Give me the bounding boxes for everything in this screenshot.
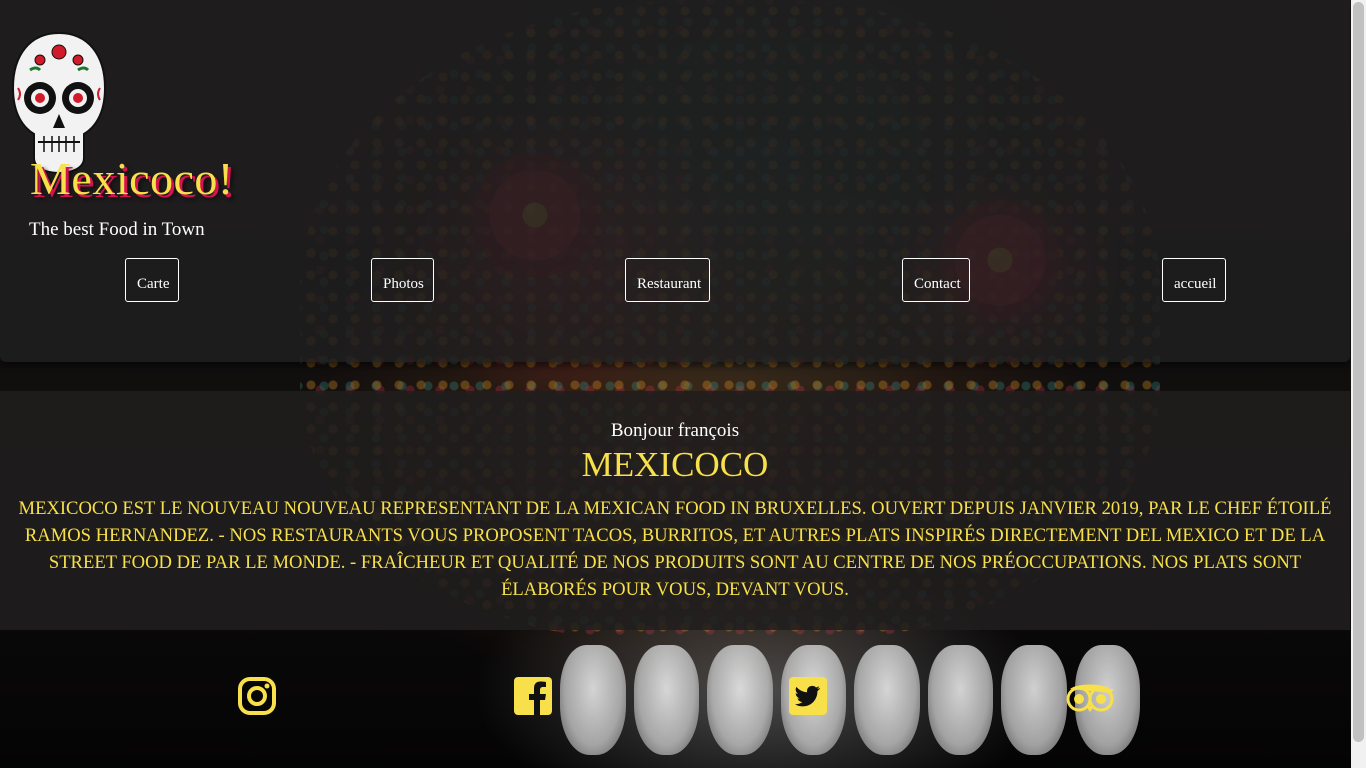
page-scrollbar[interactable] <box>1351 0 1366 768</box>
instagram-icon[interactable] <box>237 676 277 716</box>
scrollbar-thumb[interactable] <box>1353 2 1364 742</box>
site-tagline: The best Food in Town <box>29 219 205 240</box>
site-header: Mexicoco! The best Food in Town Carte Ph… <box>0 0 1350 362</box>
twitter-icon[interactable] <box>788 676 828 716</box>
nav-button-accueil[interactable]: accueil <box>1162 258 1226 302</box>
nav-button-restaurant[interactable]: Restaurant <box>625 258 710 302</box>
brand-heading: MEXICOCO <box>581 445 769 484</box>
nav-button-carte[interactable]: Carte <box>125 258 179 302</box>
nav-button-photos[interactable]: Photos <box>371 258 434 302</box>
site-title: Mexicoco! <box>30 153 234 204</box>
intro-section: Bonjour françois MEXICOCO MEXICOCO EST L… <box>0 391 1350 630</box>
tripadvisor-icon[interactable] <box>1064 676 1116 716</box>
nav-button-contact[interactable]: Contact <box>902 258 970 302</box>
facebook-icon[interactable] <box>513 676 553 716</box>
greeting-text: Bonjour françois <box>610 420 740 441</box>
background-teeth <box>560 645 1140 755</box>
page: Mexicoco! The best Food in Town Carte Ph… <box>0 0 1366 768</box>
intro-description: MEXICOCO EST LE NOUVEAU NOUVEAU REPRESEN… <box>18 498 1332 600</box>
